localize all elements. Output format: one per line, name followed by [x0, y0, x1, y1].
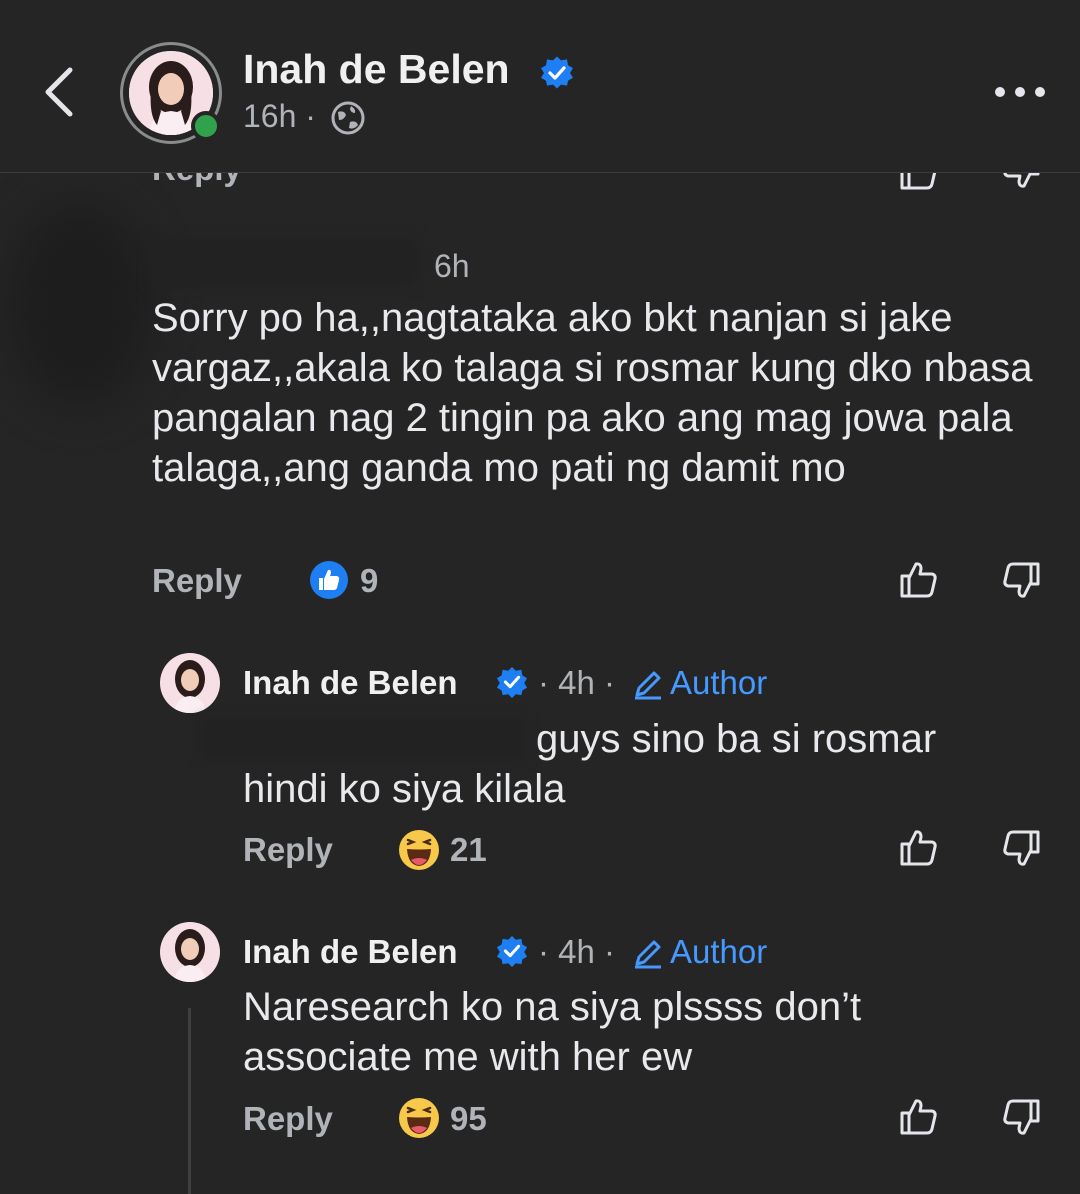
thread-line — [188, 1008, 191, 1194]
reply-time: · 4h · — [538, 664, 616, 701]
reply-avatar[interactable] — [160, 653, 220, 713]
pencil-icon — [635, 671, 661, 700]
post-time: 16h · — [243, 98, 316, 134]
verified-badge-icon — [541, 56, 573, 89]
reaction-count: 21 — [450, 831, 487, 868]
verified-badge-icon — [496, 935, 528, 967]
redacted-mention — [200, 718, 525, 760]
reply-author-name[interactable]: Inah de Belen — [243, 933, 458, 971]
comment-text: Sorry po ha,,nagtataka ako bkt nanjan si… — [152, 296, 1033, 490]
reaction-count: 95 — [450, 1100, 487, 1137]
dislike-icon[interactable] — [1000, 1097, 1042, 1139]
comment-time: 6h — [434, 248, 470, 284]
like-icon[interactable] — [898, 1095, 940, 1137]
dislike-icon[interactable] — [1000, 560, 1042, 602]
reply-time: · 4h · — [538, 933, 616, 970]
reply-author-name[interactable]: Inah de Belen — [243, 664, 458, 702]
reply-text-line: associate me with her ew — [243, 1035, 693, 1079]
reply-text-line: hindi ko siya kilala — [243, 767, 566, 811]
reaction-count: 9 — [360, 562, 379, 599]
author-tag: Author — [670, 664, 768, 701]
back-arrow-icon[interactable] — [36, 62, 86, 122]
haha-reaction-icon[interactable] — [398, 829, 440, 871]
like-icon[interactable] — [898, 826, 940, 868]
globe-icon — [331, 101, 365, 135]
reply-text-line: Naresearch ko na siya plssss don’t — [243, 985, 862, 1029]
like-reaction-icon[interactable] — [309, 560, 349, 600]
reply-text-line: guys sino ba si rosmar — [536, 717, 937, 761]
like-icon[interactable] — [898, 558, 940, 600]
online-status-dot — [191, 111, 221, 141]
reply-button[interactable]: Reply — [243, 831, 333, 869]
dislike-icon[interactable] — [1000, 828, 1042, 870]
post-header: Inah de Belen 16h · — [0, 0, 1080, 173]
pencil-icon — [635, 940, 661, 969]
page-title[interactable]: Inah de Belen — [243, 46, 510, 93]
redacted-avatar — [10, 205, 150, 405]
redacted-commenter-name — [150, 238, 418, 286]
more-options-icon[interactable] — [994, 80, 1046, 104]
reply-button[interactable]: Reply — [152, 562, 242, 600]
reply-avatar[interactable] — [160, 922, 220, 982]
verified-badge-icon — [496, 666, 528, 698]
comment-thread-screen: Inah de Belen 16h · Reply 6h — [0, 0, 1080, 1194]
author-tag: Author — [670, 933, 768, 970]
reply-button[interactable]: Reply — [243, 1100, 333, 1138]
haha-reaction-icon[interactable] — [398, 1097, 440, 1139]
